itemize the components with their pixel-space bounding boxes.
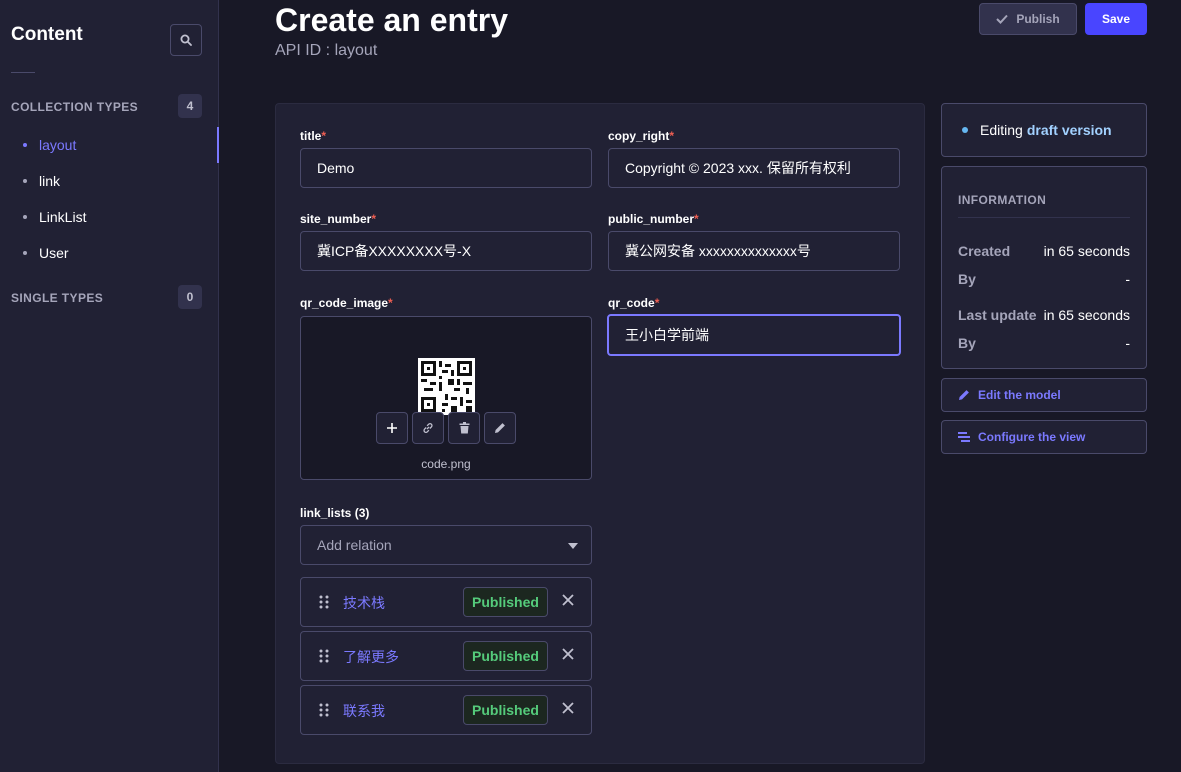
single-types-count: 0 [178, 285, 202, 309]
pencil-icon [959, 390, 969, 400]
search-icon [180, 34, 192, 46]
bullet-icon [23, 179, 27, 183]
publish-button[interactable]: Publish [979, 3, 1077, 35]
status-dot-icon [962, 127, 968, 133]
close-icon[interactable] [561, 647, 575, 661]
check-icon [996, 14, 1009, 24]
add-relation-placeholder: Add relation [317, 537, 392, 553]
edit-model-button[interactable]: Edit the model [941, 378, 1147, 412]
relation-item: 了解更多 Published [300, 631, 592, 681]
bullet-icon [23, 215, 27, 219]
copy-link-button[interactable] [412, 412, 444, 444]
qr-code-image-label: qr_code_image* [300, 296, 393, 310]
sidebar-item-label: User [39, 245, 69, 261]
relation-item: 技术栈 Published [300, 577, 592, 627]
relation-item: 联系我 Published [300, 685, 592, 735]
public-number-label: public_number* [608, 212, 699, 226]
plus-icon [387, 423, 397, 433]
title-input[interactable]: Demo [300, 148, 592, 188]
add-relation-select[interactable]: Add relation [300, 525, 592, 565]
drag-handle-icon[interactable] [319, 595, 329, 609]
bullet-icon [23, 251, 27, 255]
editing-status: Editing draft version [941, 103, 1147, 157]
copy-right-label: copy_right* [608, 129, 675, 143]
created-label: Created [958, 243, 1011, 259]
relation-link[interactable]: 联系我 [343, 701, 385, 721]
information-heading: INFORMATION [958, 193, 1047, 207]
public-number-input[interactable]: 冀公网安备 xxxxxxxxxxxxxx号 [608, 231, 900, 271]
updated-by-value: - [1125, 335, 1130, 351]
information-panel: INFORMATION Created in 65 seconds By - L… [941, 166, 1147, 369]
site-number-label: site_number* [300, 212, 377, 226]
relation-link[interactable]: 技术栈 [343, 593, 385, 613]
sidebar-item-linklist[interactable]: LinkList [0, 199, 219, 235]
created-by-label: By [958, 271, 976, 287]
save-button[interactable]: Save [1085, 3, 1147, 35]
link-lists-label: link_lists (3) [300, 506, 370, 520]
close-icon[interactable] [561, 593, 575, 607]
site-number-input[interactable]: 冀ICP备XXXXXXXX号-X [300, 231, 592, 271]
sidebar-divider [11, 72, 35, 73]
qr-code-input[interactable]: 王小白学前端 [607, 314, 901, 356]
close-icon[interactable] [561, 701, 575, 715]
single-types-heading[interactable]: SINGLE TYPES [11, 291, 103, 305]
configure-view-label: Configure the view [978, 430, 1086, 444]
qr-code-image-field[interactable]: code.png [300, 316, 592, 480]
chevron-down-icon [568, 543, 578, 549]
sidebar-item-label: LinkList [39, 209, 87, 225]
sidebar-item-user[interactable]: User [0, 235, 219, 271]
sidebar-title: Content [11, 24, 83, 45]
sidebar: Content COLLECTION TYPES 4 layout link L… [0, 0, 219, 772]
collection-types-heading[interactable]: COLLECTION TYPES [11, 100, 138, 114]
add-image-button[interactable] [376, 412, 408, 444]
qr-code-image [418, 358, 475, 415]
search-button[interactable] [170, 24, 202, 56]
image-filename: code.png [421, 457, 471, 471]
editing-prefix: Editing [980, 122, 1023, 138]
trash-icon [459, 422, 469, 434]
information-divider [958, 217, 1130, 218]
draft-version-label: draft version [1026, 122, 1112, 138]
qr-code-label: qr_code* [608, 296, 660, 310]
drag-handle-icon[interactable] [319, 649, 329, 663]
sidebar-item-layout[interactable]: layout [0, 127, 219, 163]
created-value: in 65 seconds [1043, 243, 1130, 259]
configure-view-button[interactable]: Configure the view [941, 420, 1147, 454]
edit-image-button[interactable] [484, 412, 516, 444]
last-update-value: in 65 seconds [1043, 307, 1130, 323]
copy-right-input[interactable]: Copyright © 2023 xxx. 保留所有权利 [608, 148, 900, 188]
drag-handle-icon[interactable] [319, 703, 329, 717]
status-badge: Published [463, 695, 548, 725]
relation-link[interactable]: 了解更多 [343, 647, 399, 667]
updated-by-label: By [958, 335, 976, 351]
last-update-label: Last update [958, 307, 1037, 323]
page-title: Create an entry [275, 2, 508, 38]
pencil-icon [495, 423, 505, 433]
publish-label: Publish [1016, 12, 1060, 26]
delete-image-button[interactable] [448, 412, 480, 444]
bullet-icon [23, 143, 27, 147]
api-id-subtitle: API ID : layout [275, 42, 378, 59]
status-badge: Published [463, 641, 548, 671]
list-settings-icon [958, 432, 970, 442]
edit-model-label: Edit the model [978, 388, 1061, 402]
link-icon [423, 423, 433, 433]
sidebar-item-label: link [39, 173, 61, 189]
image-actions [376, 412, 516, 444]
status-badge: Published [463, 587, 548, 617]
title-label: title* [300, 129, 327, 143]
collection-types-count: 4 [178, 94, 202, 118]
sidebar-item-label: layout [39, 137, 77, 153]
created-by-value: - [1125, 271, 1130, 287]
sidebar-item-link[interactable]: link [0, 163, 219, 199]
